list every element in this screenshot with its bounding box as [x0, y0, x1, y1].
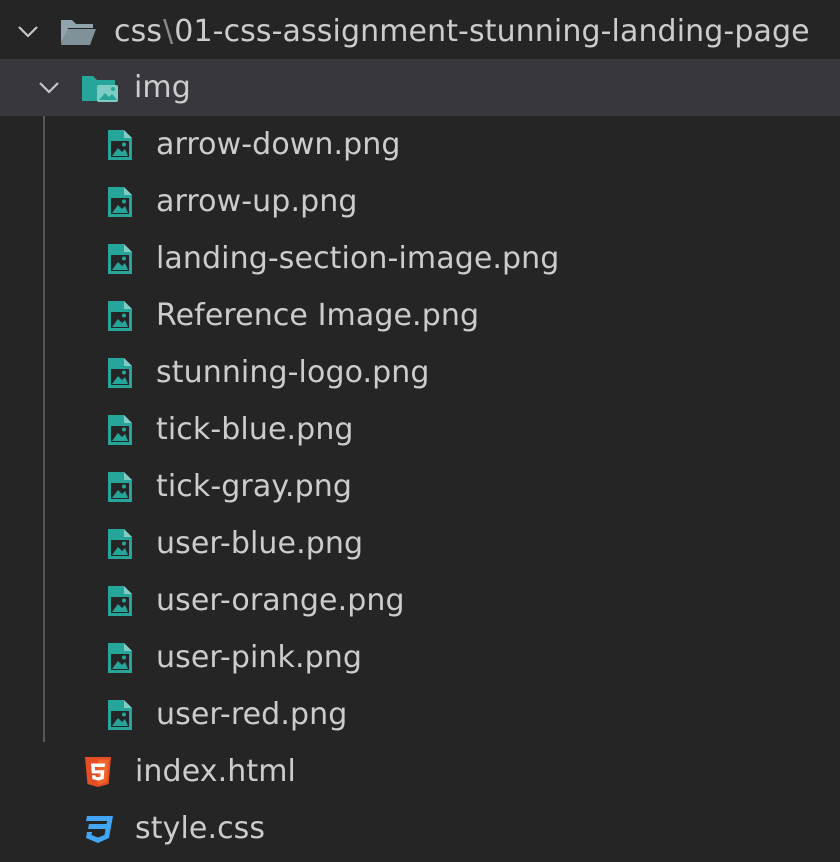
file-label: arrow-up.png: [156, 184, 358, 219]
image-file-icon: [106, 471, 134, 503]
image-file-icon: [106, 186, 134, 218]
file-explorer-tree: css\01-css-assignment-stunning-landing-p…: [0, 0, 840, 862]
image-file-icon: [106, 528, 134, 560]
file-row[interactable]: user-pink.png: [0, 629, 840, 686]
file-row[interactable]: arrow-up.png: [0, 173, 840, 230]
file-row[interactable]: arrow-down.png: [0, 116, 840, 173]
file-label: user-red.png: [156, 697, 348, 732]
image-file-icon: [106, 300, 134, 332]
img-folder-label: img: [134, 70, 191, 105]
image-file-icon: [106, 243, 134, 275]
file-row-index-html[interactable]: index.html: [0, 743, 840, 800]
image-file-icon: [106, 129, 134, 161]
css3-icon: [81, 813, 115, 845]
file-row[interactable]: tick-blue.png: [0, 401, 840, 458]
image-file-icon: [106, 414, 134, 446]
file-row[interactable]: user-red.png: [0, 686, 840, 743]
file-row[interactable]: tick-gray.png: [0, 458, 840, 515]
file-row[interactable]: landing-section-image.png: [0, 230, 840, 287]
file-label: user-orange.png: [156, 583, 405, 618]
file-label: Reference Image.png: [156, 298, 480, 333]
file-label: arrow-down.png: [156, 127, 401, 162]
image-file-icon: [106, 699, 134, 731]
root-folder-row[interactable]: css\01-css-assignment-stunning-landing-p…: [0, 3, 840, 60]
image-file-icon: [106, 585, 134, 617]
path-separator: \: [163, 14, 174, 49]
chevron-down-icon[interactable]: [15, 19, 41, 45]
file-row[interactable]: user-orange.png: [0, 572, 840, 629]
file-label: stunning-logo.png: [156, 355, 430, 390]
file-label: tick-blue.png: [156, 412, 354, 447]
file-label: style.css: [135, 811, 266, 846]
file-label: index.html: [135, 754, 296, 789]
image-file-icon: [106, 357, 134, 389]
html5-icon: [84, 756, 112, 788]
root-folder-label: css\01-css-assignment-stunning-landing-p…: [114, 14, 810, 49]
img-folder-row[interactable]: img: [0, 59, 840, 116]
image-file-icon: [106, 642, 134, 674]
file-label: landing-section-image.png: [156, 241, 560, 276]
file-label: user-blue.png: [156, 526, 364, 561]
file-label: tick-gray.png: [156, 469, 352, 504]
file-row[interactable]: Reference Image.png: [0, 287, 840, 344]
folder-image-icon: [80, 72, 120, 104]
file-label: user-pink.png: [156, 640, 363, 675]
file-row[interactable]: stunning-logo.png: [0, 344, 840, 401]
folder-open-icon: [59, 16, 97, 48]
file-row[interactable]: user-blue.png: [0, 515, 840, 572]
chevron-down-icon[interactable]: [36, 75, 62, 101]
file-row-style-css[interactable]: style.css: [0, 800, 840, 857]
